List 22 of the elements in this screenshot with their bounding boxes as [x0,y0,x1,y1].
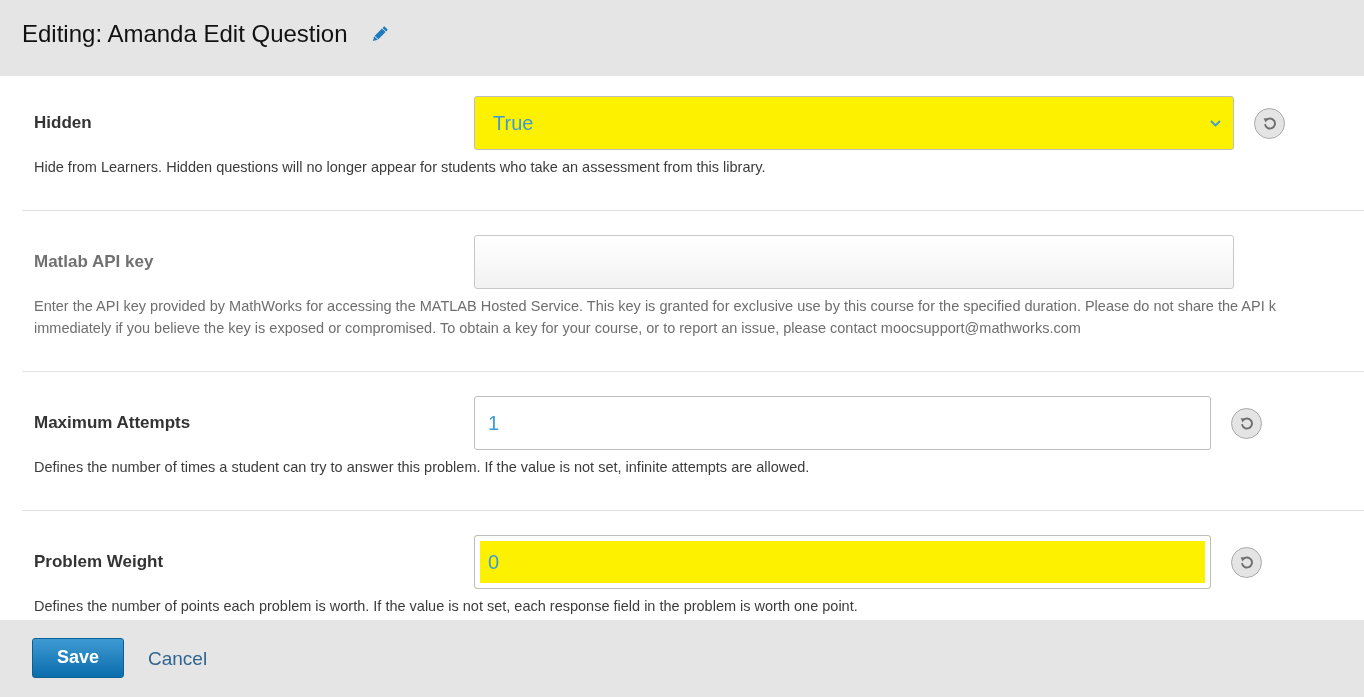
circular-arrow-icon [1262,116,1277,130]
circular-arrow-icon [1239,416,1254,430]
reset-button[interactable] [1231,546,1262,578]
setting-label: Problem Weight [34,552,165,572]
setting-label: Maximum Attempts [34,413,192,433]
setting-label: Hidden [34,113,93,133]
cancel-link[interactable]: Cancel [148,647,208,670]
input-field[interactable]: 0 [474,535,1211,589]
help-text: Enter the API key provided by MathWorks for accessing the MATLAB Hosted Service. This key is granted for exclusive use by this course for the specified duration. Please do not share the API k immediately if you believe the key is exposed or compromised. To obtain a key for your course, or to report an issue, please contact moocsupport@mathworks.com [34,297,1277,338]
circular-arrow-icon [1239,555,1254,569]
input-field[interactable]: 1 [474,396,1211,450]
reset-button[interactable] [1254,107,1285,139]
chevron-down-icon [1210,119,1221,127]
setting-label: Matlab API key [34,252,155,272]
dropdown-field[interactable]: True [474,96,1234,150]
help-text: Hide from Learners. Hidden questions will no longer appear for students who take an assessment from this library. [34,158,767,177]
reset-button[interactable] [1231,407,1262,439]
save-button[interactable]: Save [32,637,124,678]
help-text: Defines the number of times a student can try to answer this problem. If the value is not set, infinite attempts are allowed. [34,458,811,477]
input-field[interactable] [474,235,1234,289]
page-title: Editing: Amanda Edit Question [22,19,348,49]
help-text: Defines the number of points each problem is worth. If the value is not set, each response field in the problem is worth one point. [34,597,859,616]
